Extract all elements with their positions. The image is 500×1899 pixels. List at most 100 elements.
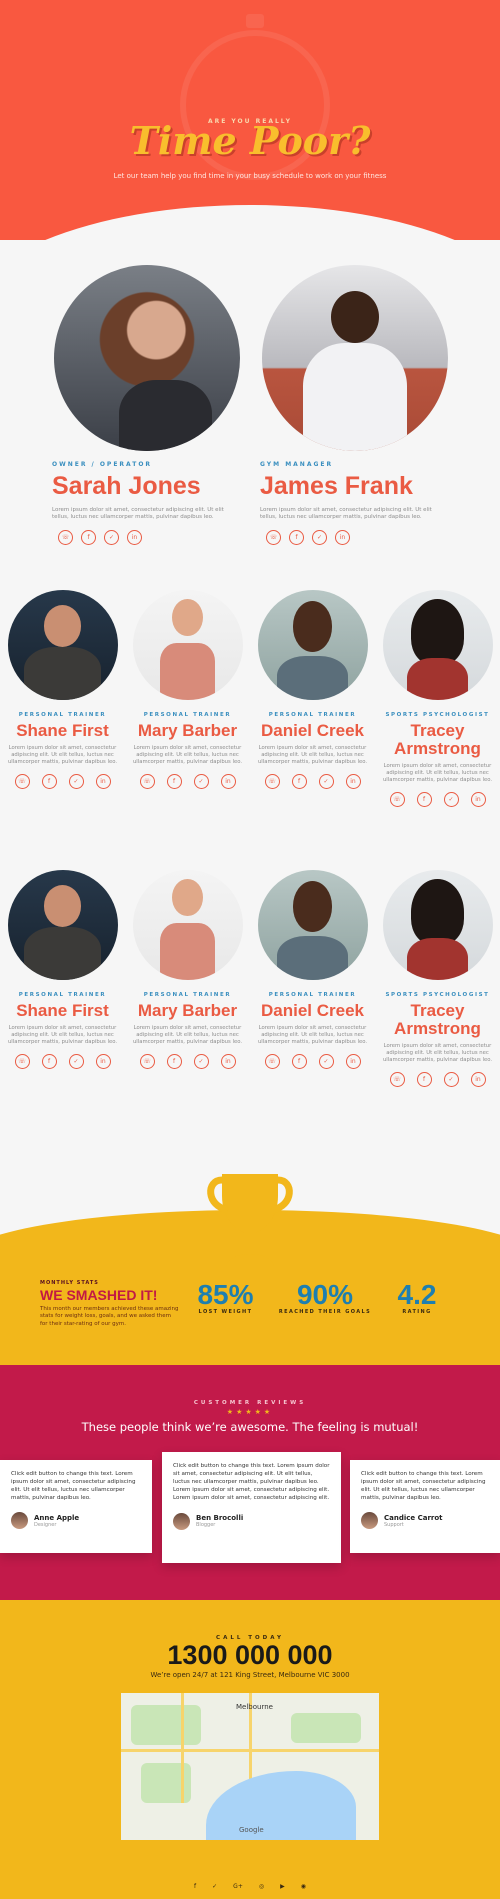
phone-icon[interactable]: ☏ [264, 1054, 280, 1070]
review-text: Click edit button to change this text. L… [361, 1471, 486, 1502]
twitter-icon[interactable]: ✓ [193, 774, 209, 790]
phone-icon[interactable]: ☏ [14, 774, 30, 790]
stats-eyebrow: MONTHLY STATS [40, 1280, 99, 1286]
facebook-icon[interactable]: f [41, 1054, 57, 1070]
twitter-icon[interactable]: ✓ [193, 1054, 209, 1070]
footer-social-links: f ✓ G+ ◎ ▶ ◉ [0, 1883, 500, 1890]
stat-value: 85% [197, 1279, 254, 1310]
review-role: Support [384, 1521, 404, 1528]
phone-number[interactable]: 1300 000 000 [0, 1640, 500, 1671]
phone-icon[interactable]: ☏ [139, 1054, 155, 1070]
facebook-icon[interactable]: f [41, 774, 57, 790]
phone-icon[interactable]: ☏ [389, 792, 405, 808]
twitter-icon[interactable]: ✓ [68, 774, 84, 790]
stat-label: LOST WEIGHT [198, 1309, 253, 1315]
phone-icon[interactable]: ☏ [139, 774, 155, 790]
team-role: PERSONAL TRAINER [268, 712, 357, 718]
facebook-icon[interactable]: f [194, 1883, 196, 1890]
linkedin-icon[interactable]: in [127, 529, 142, 545]
rating-stars: ★★★★★ [226, 1408, 274, 1416]
phone-icon[interactable]: ☏ [266, 529, 281, 545]
twitter-icon[interactable]: ✓ [212, 1883, 217, 1890]
stat-value: 90% [296, 1279, 354, 1310]
phone-icon[interactable]: ☏ [264, 774, 280, 790]
twitter-icon[interactable]: ✓ [104, 529, 119, 545]
facebook-icon[interactable]: f [289, 529, 304, 545]
linkedin-icon[interactable]: in [345, 774, 361, 790]
linkedin-icon[interactable]: in [220, 1054, 236, 1070]
linkedin-icon[interactable]: in [345, 1054, 361, 1070]
facebook-icon[interactable]: f [291, 774, 307, 790]
linkedin-icon[interactable]: in [95, 774, 111, 790]
team-name: Mary Barber [137, 721, 238, 740]
review-author: Candice Carrot Support [361, 1512, 489, 1530]
google-plus-icon[interactable]: G+ [233, 1883, 243, 1890]
team-card-mary: PERSONAL TRAINER Mary Barber Lorem ipsum… [127, 870, 248, 1070]
stat-value: 4.2 [397, 1279, 437, 1310]
stats-title: WE SMASHED IT! [40, 1287, 158, 1303]
map-park [291, 1713, 361, 1743]
team-bio: Lorem ipsum dolor sit amet, consectetur … [7, 1024, 118, 1046]
profile-photo [382, 870, 493, 980]
twitter-icon[interactable]: ✓ [318, 1054, 334, 1070]
twitter-icon[interactable]: ✓ [443, 1072, 459, 1088]
profile-photo [132, 870, 243, 980]
review-name: Anne Apple [34, 1513, 80, 1522]
stat-goals: 90% REACHED THEIR GOALS [270, 1279, 380, 1315]
team-name: Daniel Creek [261, 721, 364, 740]
team-role: SPORTS PSYCHOLOGIST [385, 712, 490, 718]
facebook-icon[interactable]: f [416, 1072, 432, 1088]
team-card-james: GYM MANAGER James Frank Lorem ipsum dolo… [260, 265, 450, 545]
reviews-eyebrow: CUSTOMER REVIEWS [193, 1400, 307, 1406]
team-bio: Lorem ipsum dolor sit amet, consectetur … [257, 744, 368, 766]
linkedin-icon[interactable]: in [470, 792, 486, 808]
phone-icon[interactable]: ☏ [14, 1054, 30, 1070]
linkedin-icon[interactable]: in [95, 1054, 111, 1070]
profile-photo [54, 265, 240, 451]
facebook-icon[interactable]: f [291, 1054, 307, 1070]
social-links: ☏ f ✓ in [377, 792, 498, 808]
facebook-icon[interactable]: f [81, 529, 96, 545]
review-role: Designer [34, 1521, 57, 1528]
avatar [11, 1512, 28, 1530]
team-card-sarah: OWNER / OPERATOR Sarah Jones Lorem ipsum… [52, 265, 242, 545]
twitter-icon[interactable]: ✓ [318, 774, 334, 790]
linkedin-icon[interactable]: in [335, 529, 350, 545]
social-links: ☏ f ✓ in [377, 1072, 498, 1088]
facebook-icon[interactable]: f [416, 792, 432, 808]
location-map[interactable]: Melbourne Google [121, 1693, 379, 1840]
team-name: James Frank [260, 472, 413, 500]
twitter-icon[interactable]: ✓ [68, 1054, 84, 1070]
hero-subtitle: Let our team help you find time in your … [113, 172, 387, 180]
trophy-icon [207, 1174, 293, 1266]
team-bio: Lorem ipsum dolor sit amet, consectetur … [382, 762, 493, 783]
youtube-icon[interactable]: ▶ [280, 1883, 285, 1890]
linkedin-icon[interactable]: in [470, 1072, 486, 1088]
profile-photo [382, 590, 493, 700]
facebook-icon[interactable]: f [166, 774, 182, 790]
team-card-daniel: PERSONAL TRAINER Daniel Creek Lorem ipsu… [252, 870, 373, 1070]
linkedin-icon[interactable]: in [220, 774, 236, 790]
dribbble-icon[interactable]: ◉ [301, 1883, 306, 1890]
map-park [131, 1705, 201, 1745]
twitter-icon[interactable]: ✓ [312, 529, 327, 545]
team-role: GYM MANAGER [260, 461, 334, 468]
facebook-icon[interactable]: f [166, 1054, 182, 1070]
map-brand: Google [239, 1826, 264, 1834]
team-card-tracey: SPORTS PSYCHOLOGIST Tracey Armstrong Lor… [377, 870, 498, 1088]
profile-photo [7, 870, 118, 980]
phone-icon[interactable]: ☏ [389, 1072, 405, 1088]
instagram-icon[interactable]: ◎ [259, 1883, 264, 1890]
review-card: Click edit button to change this text. L… [350, 1460, 500, 1553]
social-links: ☏ f ✓ in [252, 774, 373, 790]
profile-photo [257, 590, 368, 700]
phone-icon[interactable]: ☏ [58, 529, 73, 545]
map-road [181, 1693, 184, 1803]
social-links: ☏ f ✓ in [52, 529, 242, 545]
team-name: Shane First [16, 721, 109, 740]
team-name: Shane First [16, 1001, 109, 1020]
avatar [361, 1512, 378, 1530]
twitter-icon[interactable]: ✓ [443, 792, 459, 808]
social-links: ☏ f ✓ in [2, 774, 123, 790]
profile-photo [257, 870, 368, 980]
